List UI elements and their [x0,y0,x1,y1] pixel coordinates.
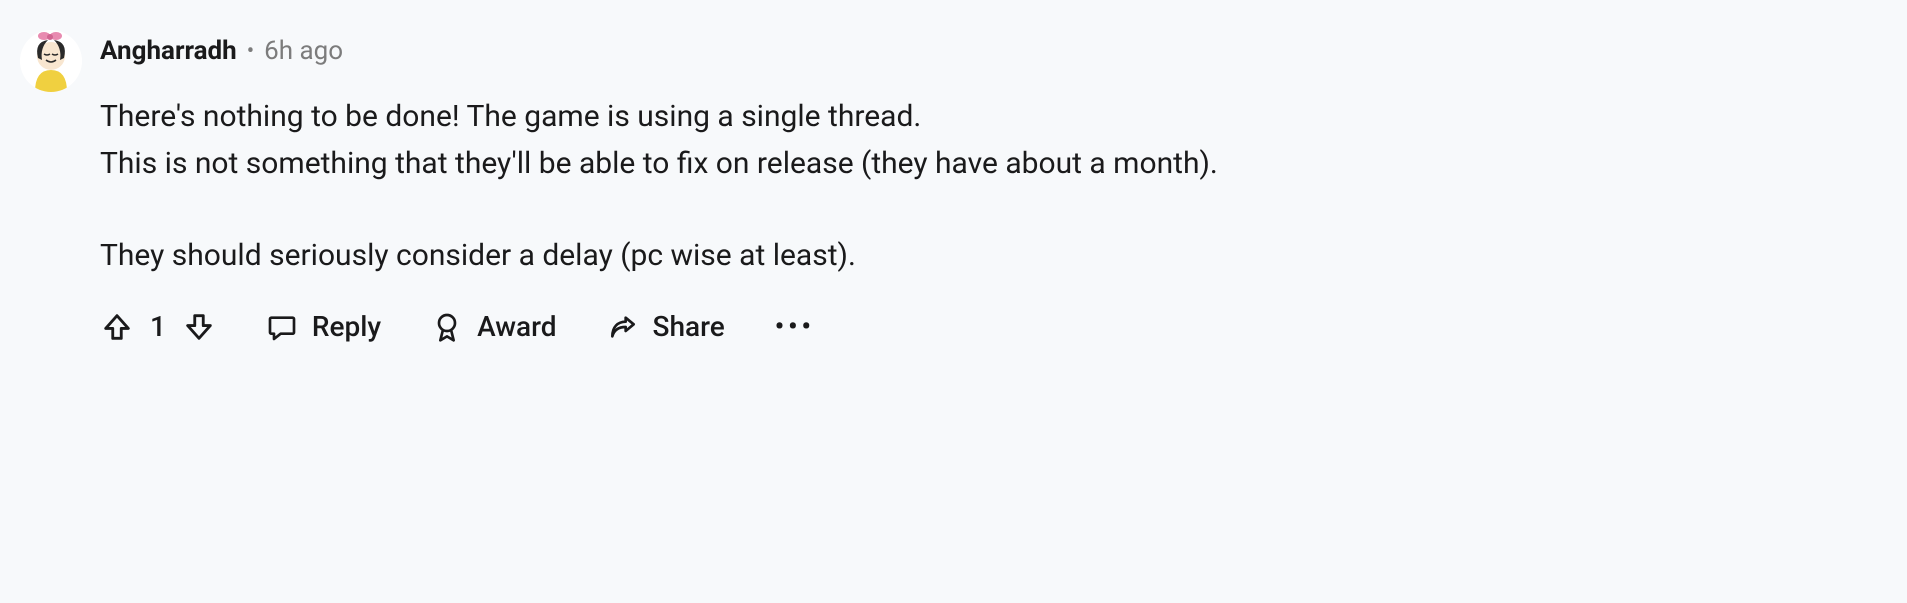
body-line: This is not something that they'll be ab… [100,141,1620,188]
award-button[interactable]: Award [431,310,556,343]
avatar[interactable] [20,30,82,92]
comment-container: Angharradh • 6h ago There's nothing to b… [20,30,1620,344]
comment-icon [266,311,298,343]
share-label: Share [653,310,725,343]
upvote-icon[interactable] [100,310,134,344]
comment-content: Angharradh • 6h ago There's nothing to b… [100,30,1620,344]
body-line: There's nothing to be done! The game is … [100,94,1620,141]
vote-group: 1 [100,310,216,344]
more-options-button[interactable]: ••• [775,312,815,342]
comment-body: There's nothing to be done! The game is … [100,94,1620,280]
reply-button[interactable]: Reply [266,310,381,343]
downvote-icon[interactable] [182,310,216,344]
timestamp: 6h ago [264,36,343,66]
share-button[interactable]: Share [607,310,725,343]
separator-dot: • [247,39,254,64]
reply-label: Reply [312,310,381,343]
comment-header: Angharradh • 6h ago [100,36,1620,66]
award-label: Award [477,310,556,343]
award-icon [431,311,463,343]
username-link[interactable]: Angharradh [100,36,237,66]
action-bar: 1 Reply Award [100,310,1620,344]
body-line: They should seriously consider a delay (… [100,233,1620,280]
vote-score: 1 [150,310,166,343]
share-icon [607,311,639,343]
